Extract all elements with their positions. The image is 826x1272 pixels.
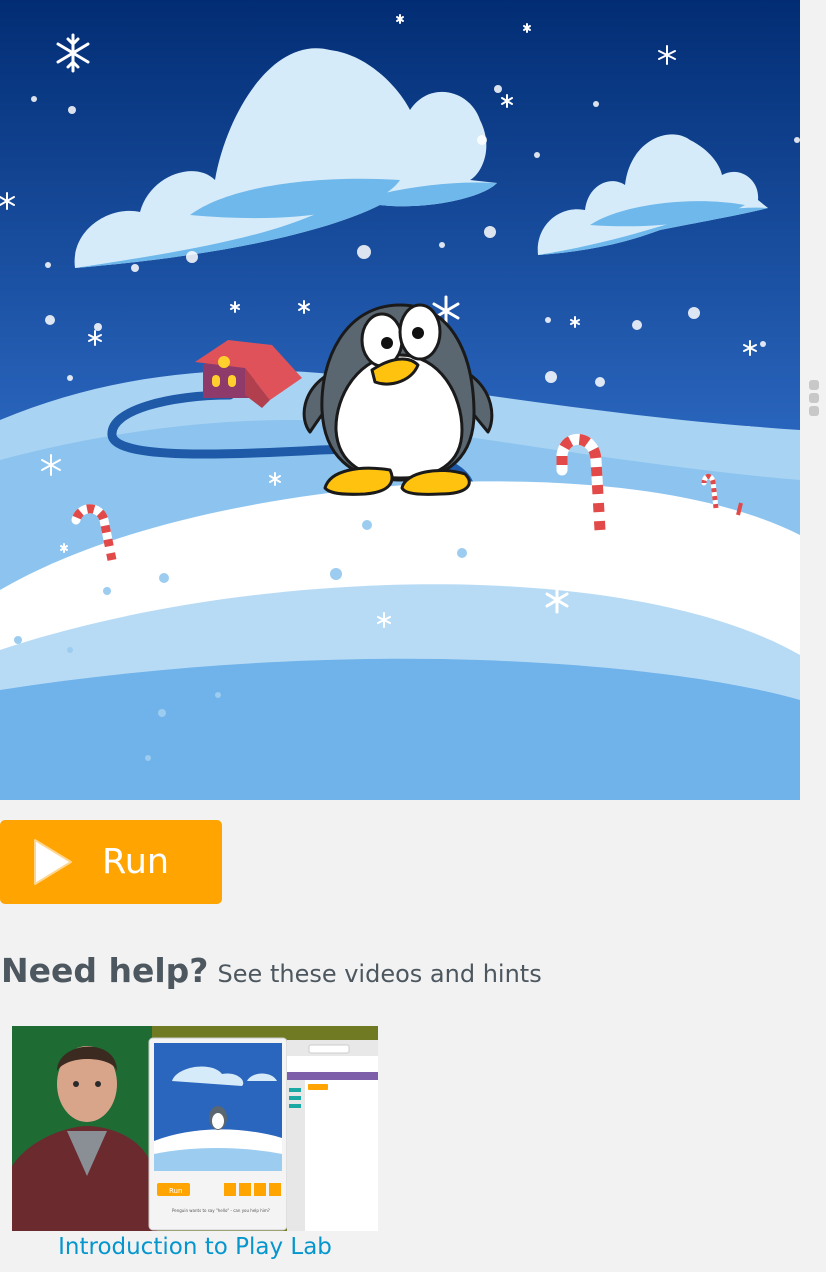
help-heading: Need help? See these videos and hints [1, 951, 542, 990]
run-button-label: Run [102, 842, 170, 882]
video-thumbnail[interactable]: Run Penguin wants to say "hello" - can y… [12, 1026, 378, 1231]
grip-dot [809, 393, 819, 403]
help-title: Need help? [1, 951, 209, 990]
game-stage[interactable] [0, 0, 800, 800]
thumb-prompt: Penguin wants to say "hello" - can you h… [172, 1208, 270, 1213]
thumb-run-label: Run [169, 1187, 182, 1195]
winter-scene [0, 0, 800, 800]
video-title-link[interactable]: Introduction to Play Lab [12, 1234, 378, 1260]
play-icon [34, 839, 72, 885]
help-subtitle: See these videos and hints [217, 960, 542, 988]
video-thumbnail-image: Run Penguin wants to say "hello" - can y… [12, 1026, 378, 1231]
grip-dot [809, 406, 819, 416]
resize-handle[interactable] [809, 380, 821, 420]
run-button[interactable]: Run [0, 820, 222, 904]
grip-dot [809, 380, 819, 390]
